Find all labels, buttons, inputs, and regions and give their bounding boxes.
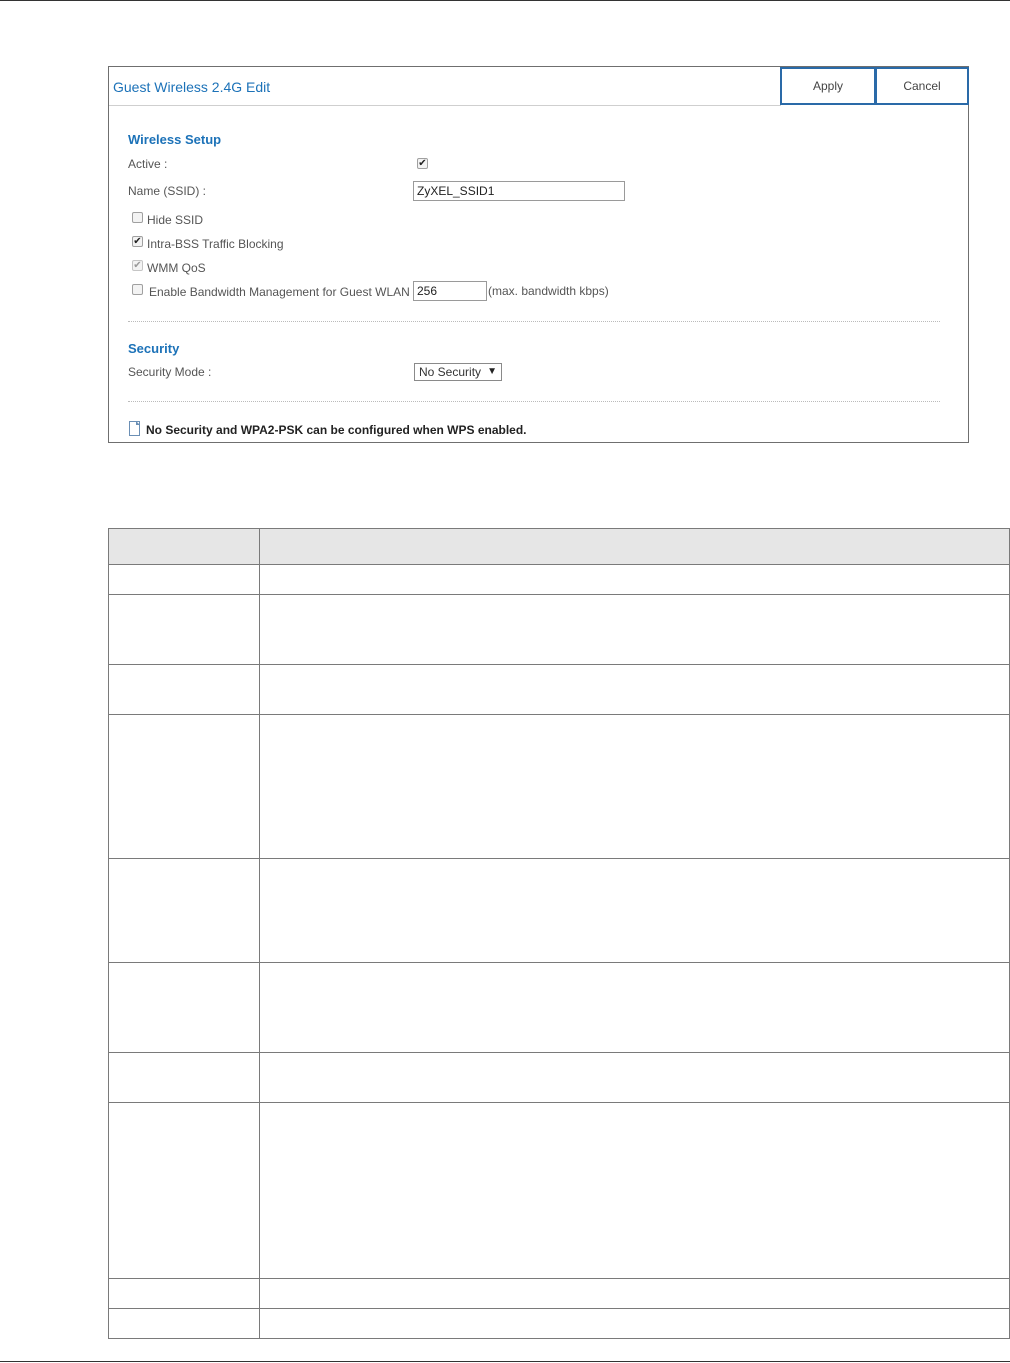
table-header-cell (108, 528, 260, 565)
page-top-rule (0, 0, 1010, 1)
page-bottom-rule (0, 1361, 1010, 1362)
table-row (108, 1102, 1010, 1279)
bandwidth-input[interactable] (413, 281, 487, 301)
ssid-label: Name (SSID) : (128, 184, 207, 198)
wps-note: No Security and WPA2-PSK can be configur… (146, 423, 527, 437)
panel-title: Guest Wireless 2.4G Edit (113, 79, 271, 95)
bandwidth-unit-label: (max. bandwidth kbps) (488, 284, 609, 298)
wmm-qos-label: WMM QoS (147, 261, 206, 275)
apply-button[interactable]: Apply (780, 67, 876, 105)
hide-ssid-label: Hide SSID (147, 213, 204, 227)
security-mode-label: Security Mode : (128, 365, 212, 379)
table-row (108, 564, 1010, 595)
dropdown-arrow-icon: ▼ (487, 366, 497, 377)
wireless-setup-heading: Wireless Setup (128, 132, 222, 147)
table-row (108, 1278, 1010, 1309)
active-label: Active : (128, 157, 168, 171)
table-row (108, 594, 1010, 665)
table-row (108, 962, 1010, 1053)
wmm-qos-checkbox: ✔ (132, 260, 143, 271)
description-table (108, 528, 1010, 1339)
security-mode-select[interactable]: No Security ▼ (414, 363, 502, 381)
table-header-cell (259, 528, 1010, 565)
security-mode-value: No Security (419, 365, 482, 379)
note-divider (128, 401, 940, 402)
active-checkbox[interactable]: ✔ (417, 158, 428, 169)
bandwidth-management-checkbox[interactable] (132, 284, 143, 295)
header-divider (109, 105, 781, 106)
ssid-input[interactable] (413, 181, 625, 201)
cancel-button[interactable]: Cancel (875, 67, 969, 105)
hide-ssid-checkbox[interactable] (132, 212, 143, 223)
table-header-row (108, 528, 1010, 565)
security-heading: Security (128, 341, 180, 356)
table-row (108, 1308, 1010, 1339)
section-divider (128, 321, 940, 322)
note-icon (129, 421, 140, 436)
intra-bss-label: Intra-BSS Traffic Blocking (147, 237, 284, 251)
guest-wireless-edit-panel: Guest Wireless 2.4G Edit Apply Cancel Wi… (108, 66, 969, 443)
table-row (108, 714, 1010, 859)
table-row (108, 1052, 1010, 1103)
table-row (108, 858, 1010, 963)
bandwidth-management-label: Enable Bandwidth Management for Guest WL… (149, 285, 410, 299)
intra-bss-checkbox[interactable]: ✔ (132, 236, 143, 247)
table-row (108, 664, 1010, 715)
